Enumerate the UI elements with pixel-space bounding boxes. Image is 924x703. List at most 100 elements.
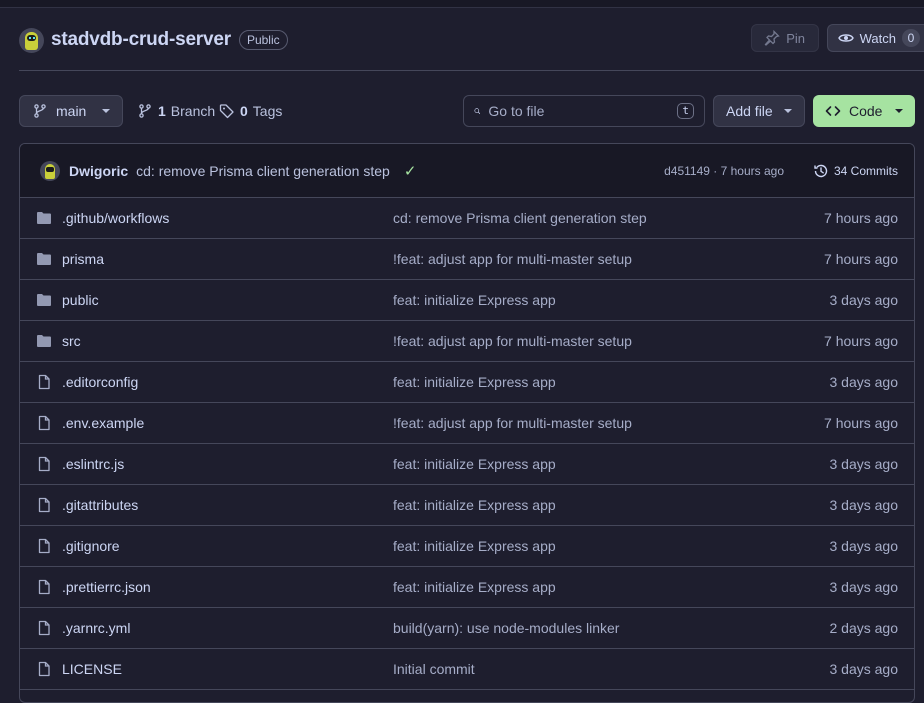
chevron-down-icon [784, 109, 792, 113]
file-commit-message[interactable]: !feat: adjust app for multi-master setup [393, 415, 632, 431]
git-branch-icon [139, 104, 151, 118]
file-commit-message[interactable]: Initial commit [393, 661, 475, 677]
tags-link[interactable]: 0 Tags [219, 95, 282, 127]
file-commit-message[interactable]: feat: initialize Express app [393, 579, 556, 595]
file-commit-message[interactable]: feat: initialize Express app [393, 292, 556, 308]
commit-message[interactable]: cd: remove Prisma client generation step [136, 163, 390, 179]
file-table: Dwigoric cd: remove Prisma client genera… [19, 143, 915, 703]
file-row[interactable]: prisma !feat: adjust app for multi-maste… [20, 239, 914, 280]
file-row[interactable]: .editorconfig feat: initialize Express a… [20, 362, 914, 403]
folder-icon [36, 210, 52, 226]
file-icon [36, 415, 52, 431]
header-actions: Pin Watch 0 [750, 24, 924, 52]
pin-icon [764, 30, 781, 46]
file-row[interactable]: LICENSE Initial commit 3 days ago [20, 649, 914, 690]
file-commit-age: 3 days ago [829, 538, 899, 554]
file-name[interactable]: .gitignore [62, 538, 120, 554]
check-icon[interactable]: ✓ [404, 162, 417, 180]
file-name[interactable]: .editorconfig [62, 374, 138, 390]
watch-count: 0 [902, 29, 920, 47]
git-branch-icon [34, 104, 46, 118]
file-row[interactable]: .env.example !feat: adjust app for multi… [20, 403, 914, 444]
owner-avatar-icon[interactable] [19, 27, 44, 53]
file-list: .github/workflows cd: remove Prisma clie… [20, 198, 914, 690]
file-name[interactable]: .yarnrc.yml [62, 620, 130, 636]
watch-button[interactable]: Watch 0 [826, 24, 924, 52]
file-commit-message[interactable]: !feat: adjust app for multi-master setup [393, 333, 632, 349]
branch-selector[interactable]: main [19, 95, 123, 127]
file-icon [36, 456, 52, 472]
file-commit-message[interactable]: feat: initialize Express app [393, 456, 556, 472]
file-name[interactable]: src [62, 333, 81, 349]
file-icon [36, 620, 52, 636]
folder-icon [36, 251, 52, 267]
search-icon [474, 108, 481, 114]
file-row[interactable]: public feat: initialize Express app 3 da… [20, 280, 914, 321]
file-row[interactable]: .gitattributes feat: initialize Express … [20, 485, 914, 526]
file-commit-age: 7 hours ago [824, 210, 898, 226]
file-commit-message[interactable]: feat: initialize Express app [393, 374, 556, 390]
file-name[interactable]: .env.example [62, 415, 144, 431]
folder-icon [36, 292, 52, 308]
commit-author[interactable]: Dwigoric [69, 163, 128, 179]
author-avatar-icon[interactable] [40, 160, 60, 181]
commit-count-label: 34 Commits [833, 163, 898, 178]
top-nav-strip [0, 0, 924, 8]
tag-count: 0 [240, 103, 248, 119]
file-name[interactable]: LICENSE [62, 661, 122, 677]
file-commit-age: 7 hours ago [824, 415, 898, 431]
branch-count: 1 [158, 103, 166, 119]
file-commit-age: 3 days ago [829, 579, 899, 595]
file-commit-age: 3 days ago [829, 661, 899, 677]
file-name[interactable]: .eslintrc.js [62, 456, 124, 472]
code-label: Code [849, 103, 883, 119]
add-file-button[interactable]: Add file [713, 95, 805, 127]
repo-name[interactable]: stadvdb-crud-server [51, 29, 231, 51]
file-row[interactable]: .gitignore feat: initialize Express app … [20, 526, 914, 567]
file-commit-age: 3 days ago [829, 497, 899, 513]
file-row[interactable]: src !feat: adjust app for multi-master s… [20, 321, 914, 362]
commit-meta[interactable]: d451149 · 7 hours ago [664, 164, 784, 178]
file-row[interactable]: .github/workflows cd: remove Prisma clie… [20, 198, 914, 239]
visibility-badge: Public [238, 30, 288, 50]
code-button[interactable]: Code [813, 95, 915, 127]
branch-name: main [56, 103, 87, 119]
code-icon [825, 106, 841, 116]
file-commit-age: 3 days ago [829, 374, 899, 390]
file-name[interactable]: .prettierrc.json [62, 579, 151, 595]
eye-icon [837, 34, 854, 42]
file-icon [36, 579, 52, 595]
pin-button[interactable]: Pin [750, 24, 819, 52]
repo-header: stadvdb-crud-server Public [19, 26, 288, 54]
file-icon [36, 374, 52, 390]
file-commit-message[interactable]: cd: remove Prisma client generation step [393, 210, 647, 226]
file-commit-message[interactable]: feat: initialize Express app [393, 497, 556, 513]
add-file-label: Add file [726, 103, 773, 119]
file-commit-age: 3 days ago [829, 456, 899, 472]
file-icon [36, 497, 52, 513]
folder-icon [36, 333, 52, 349]
commits-link[interactable]: 34 Commits [813, 163, 898, 179]
file-name[interactable]: public [62, 292, 99, 308]
branches-link[interactable]: 1 Branch [137, 95, 215, 127]
watch-label: Watch [859, 30, 896, 46]
file-icon [36, 538, 52, 554]
header-divider [19, 70, 924, 71]
file-name[interactable]: prisma [62, 251, 104, 267]
tag-icon [219, 104, 234, 119]
file-commit-message[interactable]: feat: initialize Express app [393, 538, 556, 554]
file-name[interactable]: .gitattributes [62, 497, 138, 513]
file-commit-message[interactable]: !feat: adjust app for multi-master setup [393, 251, 632, 267]
file-commit-age: 2 days ago [829, 620, 899, 636]
chevron-down-icon [895, 109, 903, 113]
file-row[interactable]: .eslintrc.js feat: initialize Express ap… [20, 444, 914, 485]
file-name[interactable]: .github/workflows [62, 210, 169, 226]
shortcut-hint: t [677, 103, 694, 119]
pin-label: Pin [786, 30, 806, 46]
file-commit-message[interactable]: build(yarn): use node-modules linker [393, 620, 619, 636]
chevron-down-icon [102, 109, 110, 113]
go-to-file-search[interactable]: t [463, 95, 705, 127]
search-input[interactable] [488, 103, 670, 119]
file-row[interactable]: .prettierrc.json feat: initialize Expres… [20, 567, 914, 608]
file-row[interactable]: .yarnrc.yml build(yarn): use node-module… [20, 608, 914, 649]
